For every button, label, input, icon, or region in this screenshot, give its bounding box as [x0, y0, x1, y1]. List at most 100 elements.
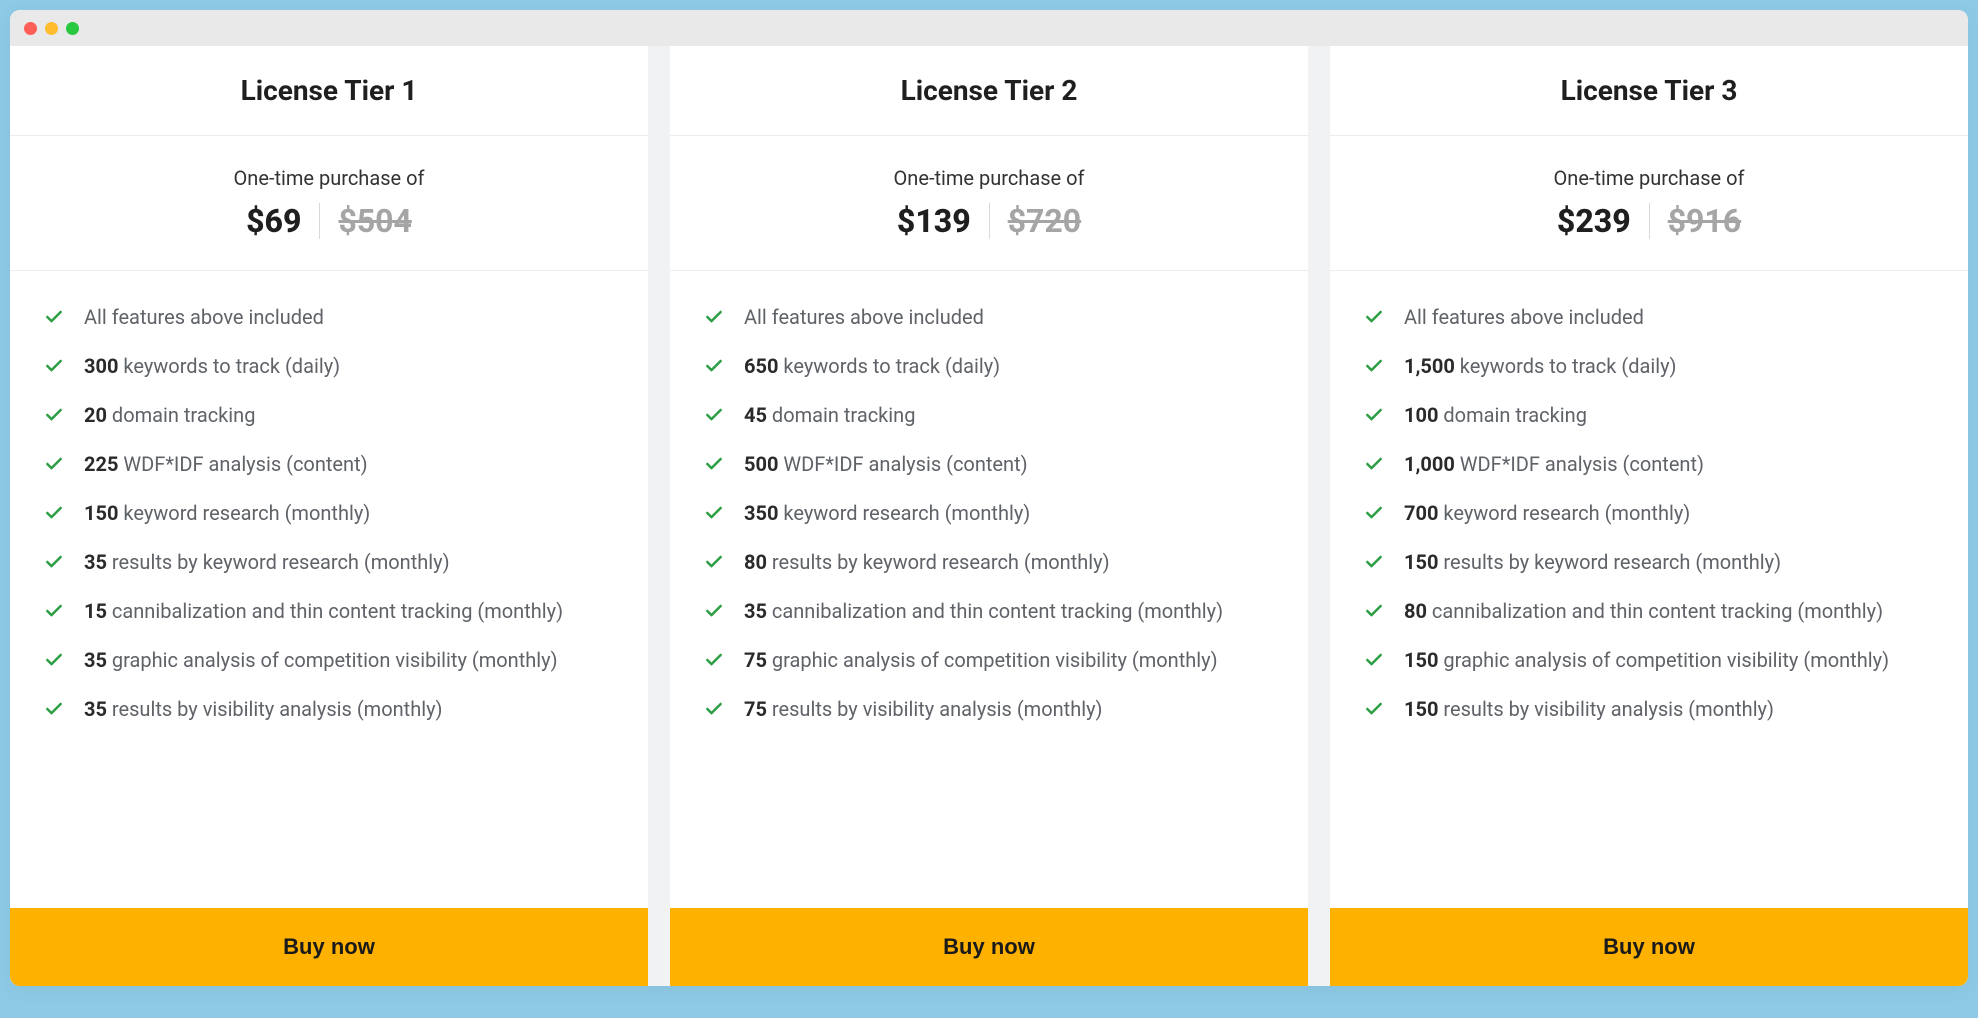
feature-value: 1,000 — [1404, 452, 1455, 476]
feature-text: 80 cannibalization and thin content trac… — [1404, 597, 1883, 626]
price-lead: One-time purchase of — [690, 166, 1288, 190]
feature-value: 100 — [1404, 403, 1438, 427]
feature-text: 35 graphic analysis of competition visib… — [84, 646, 558, 675]
feature-value: 150 — [1404, 697, 1438, 721]
tier-header: License Tier 1 — [10, 46, 648, 136]
price-lead: One-time purchase of — [1350, 166, 1948, 190]
feature-label: graphic analysis of competition visibili… — [1438, 648, 1889, 672]
feature-item: All features above included — [1364, 303, 1934, 332]
price-current: $139 — [897, 202, 971, 240]
price-block: One-time purchase of $69 $504 — [10, 136, 648, 271]
feature-value: 150 — [84, 501, 118, 525]
window-close-button[interactable] — [24, 22, 37, 35]
feature-label: keyword research (monthly) — [1438, 501, 1690, 525]
feature-text: 350 keyword research (monthly) — [744, 499, 1030, 528]
feature-item: 45 domain tracking — [704, 401, 1274, 430]
feature-value: 500 — [744, 452, 778, 476]
feature-text: 75 graphic analysis of competition visib… — [744, 646, 1218, 675]
feature-label: All features above included — [84, 305, 324, 329]
feature-label: results by keyword research (monthly) — [767, 550, 1110, 574]
feature-item: 35 cannibalization and thin content trac… — [704, 597, 1274, 626]
feature-value: 80 — [744, 550, 767, 574]
feature-text: 35 results by keyword research (monthly) — [84, 548, 450, 577]
buy-now-button[interactable]: Buy now — [1330, 908, 1968, 986]
feature-label: results by visibility analysis (monthly) — [107, 697, 443, 721]
feature-label: WDF*IDF analysis (content) — [118, 452, 367, 476]
feature-label: graphic analysis of competition visibili… — [107, 648, 558, 672]
feature-text: 650 keywords to track (daily) — [744, 352, 1000, 381]
tier-card-1: License Tier 1 One-time purchase of $69 … — [10, 46, 648, 986]
feature-item: 150 results by keyword research (monthly… — [1364, 548, 1934, 577]
feature-label: domain tracking — [107, 403, 256, 427]
feature-value: 35 — [84, 697, 107, 721]
feature-list: All features above included 1,500 keyword… — [1330, 271, 1968, 908]
feature-text: All features above included — [744, 303, 984, 332]
feature-label: graphic analysis of competition visibili… — [767, 648, 1218, 672]
feature-text: 150 results by visibility analysis (mont… — [1404, 695, 1774, 724]
price-current: $69 — [246, 202, 301, 240]
feature-value: 75 — [744, 697, 767, 721]
feature-text: 500 WDF*IDF analysis (content) — [744, 450, 1028, 479]
feature-item: 15 cannibalization and thin content trac… — [44, 597, 614, 626]
feature-item: 100 domain tracking — [1364, 401, 1934, 430]
feature-item: 80 cannibalization and thin content trac… — [1364, 597, 1934, 626]
feature-label: All features above included — [744, 305, 984, 329]
feature-item: All features above included — [704, 303, 1274, 332]
feature-label: keyword research (monthly) — [778, 501, 1030, 525]
pricing-tiers: License Tier 1 One-time purchase of $69 … — [10, 46, 1968, 986]
feature-item: 700 keyword research (monthly) — [1364, 499, 1934, 528]
buy-now-button[interactable]: Buy now — [10, 908, 648, 986]
feature-text: 75 results by visibility analysis (month… — [744, 695, 1103, 724]
feature-value: 75 — [744, 648, 767, 672]
feature-label: domain tracking — [1438, 403, 1587, 427]
feature-text: All features above included — [84, 303, 324, 332]
window-zoom-button[interactable] — [66, 22, 79, 35]
feature-item: 1,000 WDF*IDF analysis (content) — [1364, 450, 1934, 479]
feature-item: 1,500 keywords to track (daily) — [1364, 352, 1934, 381]
feature-text: 15 cannibalization and thin content trac… — [84, 597, 563, 626]
feature-label: cannibalization and thin content trackin… — [107, 599, 563, 623]
price-current: $239 — [1557, 202, 1631, 240]
feature-value: 1,500 — [1404, 354, 1455, 378]
feature-text: 80 results by keyword research (monthly) — [744, 548, 1110, 577]
price-divider — [1649, 203, 1650, 239]
price-original: $720 — [1008, 202, 1081, 240]
feature-item: 150 graphic analysis of competition visi… — [1364, 646, 1934, 675]
feature-label: results by visibility analysis (monthly) — [767, 697, 1103, 721]
feature-item: All features above included — [44, 303, 614, 332]
feature-value: 700 — [1404, 501, 1438, 525]
feature-value: 150 — [1404, 550, 1438, 574]
feature-label: results by visibility analysis (monthly) — [1438, 697, 1774, 721]
feature-label: keywords to track (daily) — [778, 354, 1000, 378]
feature-text: 150 graphic analysis of competition visi… — [1404, 646, 1889, 675]
feature-item: 75 graphic analysis of competition visib… — [704, 646, 1274, 675]
feature-label: results by keyword research (monthly) — [107, 550, 450, 574]
feature-item: 20 domain tracking — [44, 401, 614, 430]
feature-value: 35 — [744, 599, 767, 623]
tier-card-2: License Tier 2 One-time purchase of $139… — [670, 46, 1308, 986]
tier-header: License Tier 2 — [670, 46, 1308, 136]
price-divider — [319, 203, 320, 239]
feature-label: cannibalization and thin content trackin… — [1427, 599, 1883, 623]
feature-item: 75 results by visibility analysis (month… — [704, 695, 1274, 724]
feature-value: 45 — [744, 403, 767, 427]
feature-text: 1,500 keywords to track (daily) — [1404, 352, 1677, 381]
tier-title: License Tier 1 — [30, 74, 628, 107]
window-minimize-button[interactable] — [45, 22, 58, 35]
feature-item: 35 results by keyword research (monthly) — [44, 548, 614, 577]
feature-value: 650 — [744, 354, 778, 378]
feature-label: keywords to track (daily) — [118, 354, 340, 378]
price-row: $239 $916 — [1557, 202, 1741, 240]
feature-label: keywords to track (daily) — [1455, 354, 1677, 378]
tier-card-3: License Tier 3 One-time purchase of $239… — [1330, 46, 1968, 986]
feature-label: domain tracking — [767, 403, 916, 427]
feature-text: 35 cannibalization and thin content trac… — [744, 597, 1223, 626]
feature-item: 500 WDF*IDF analysis (content) — [704, 450, 1274, 479]
buy-now-button[interactable]: Buy now — [670, 908, 1308, 986]
feature-item: 35 graphic analysis of competition visib… — [44, 646, 614, 675]
feature-value: 80 — [1404, 599, 1427, 623]
feature-item: 150 keyword research (monthly) — [44, 499, 614, 528]
app-window: License Tier 1 One-time purchase of $69 … — [10, 10, 1968, 986]
feature-label: WDF*IDF analysis (content) — [778, 452, 1027, 476]
price-row: $139 $720 — [897, 202, 1081, 240]
